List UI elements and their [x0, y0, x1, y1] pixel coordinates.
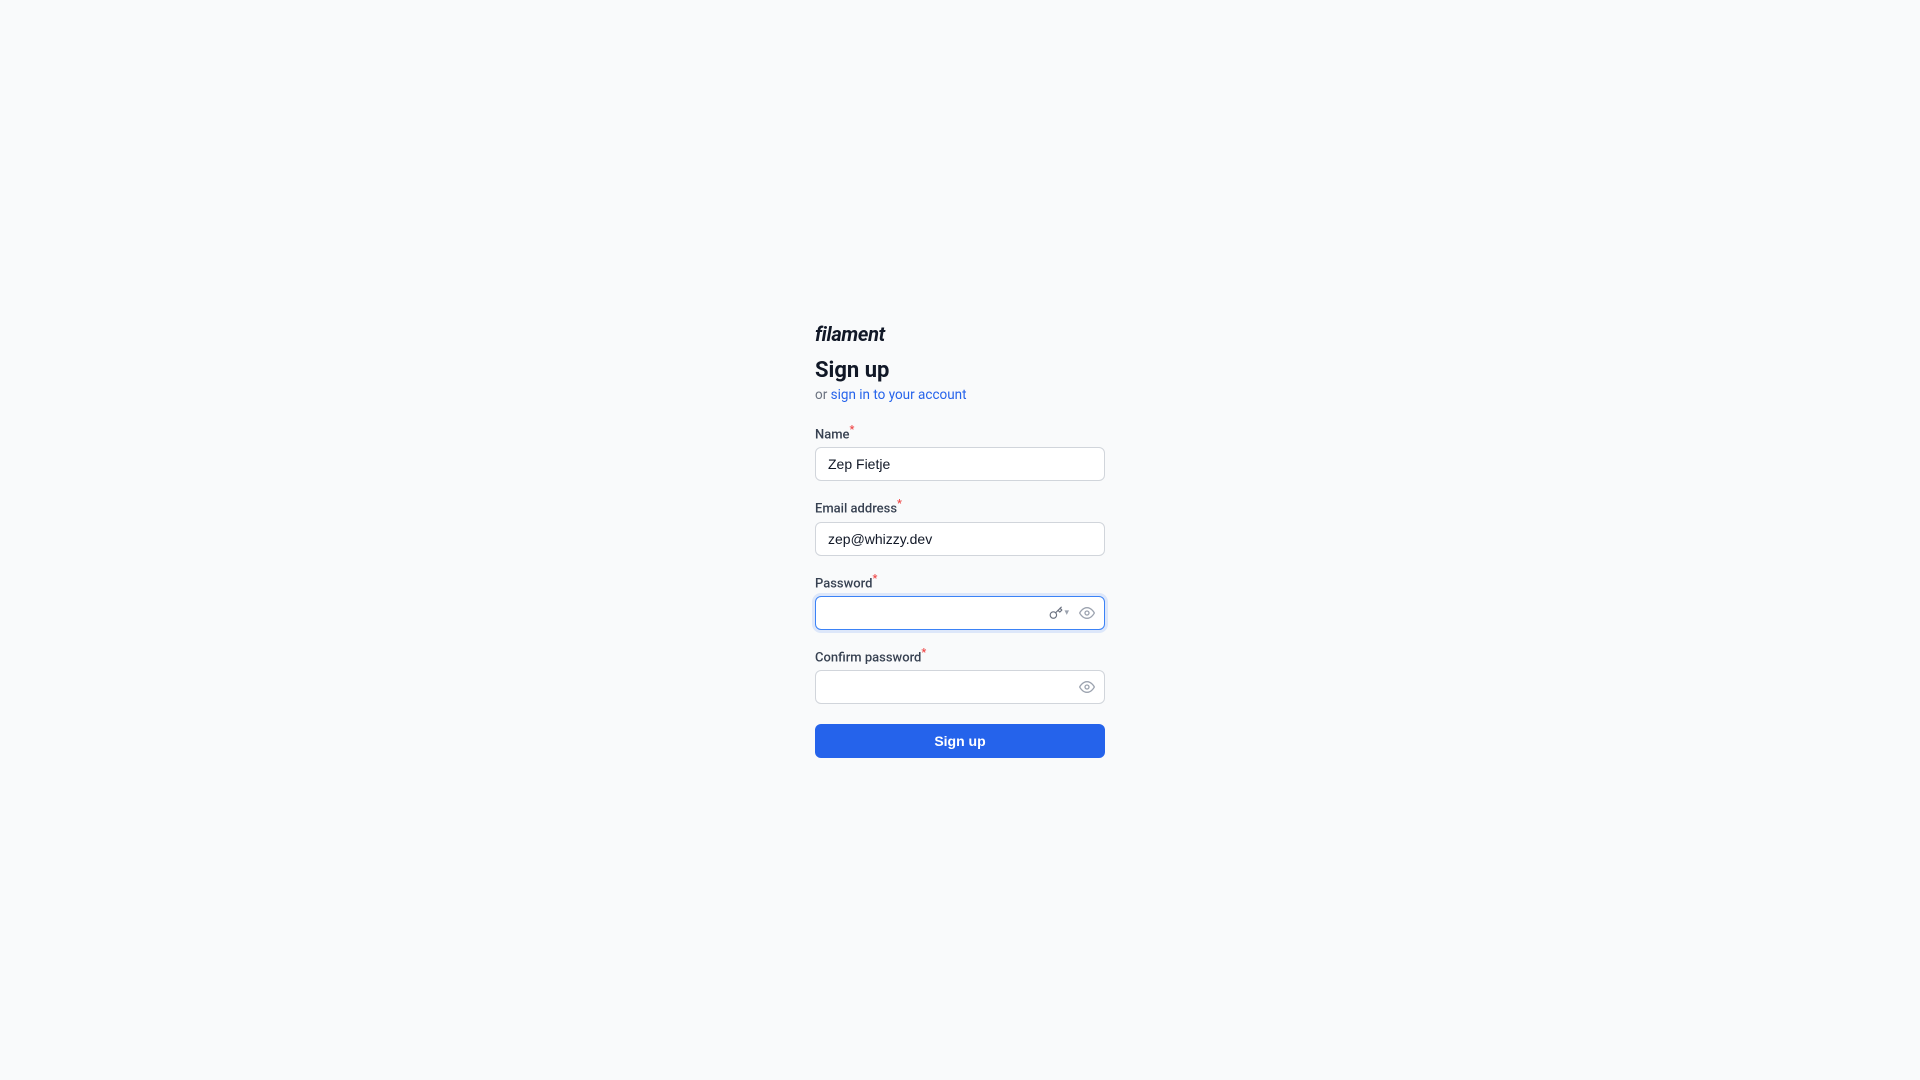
confirm-password-required-star: * [921, 646, 926, 659]
email-required-star: * [897, 497, 902, 510]
password-label: Password* [815, 572, 1105, 591]
sign-in-line: or sign in to your account [815, 387, 1105, 403]
email-label: Email address* [815, 497, 1105, 516]
email-input[interactable] [815, 522, 1105, 556]
password-generator-button[interactable]: ▾ [1045, 604, 1073, 622]
email-field-group: Email address* [815, 497, 1105, 555]
signup-form: filament Sign up or sign in to your acco… [815, 322, 1105, 758]
confirm-password-field-group: Confirm password* [815, 646, 1105, 704]
sign-in-prefix: or [815, 387, 827, 403]
email-input-wrapper [815, 522, 1105, 556]
password-required-star: * [872, 572, 877, 585]
signup-button[interactable]: Sign up [815, 724, 1105, 758]
eye-icon [1079, 679, 1095, 695]
confirm-password-input-wrapper [815, 670, 1105, 704]
chevron-down-icon: ▾ [1064, 607, 1069, 618]
name-field-group: Name* [815, 423, 1105, 481]
app-logo: filament [815, 322, 1105, 346]
eye-icon [1079, 605, 1095, 621]
key-icon [1049, 606, 1063, 620]
confirm-password-label: Confirm password* [815, 646, 1105, 665]
password-toggle-visibility-button[interactable] [1077, 603, 1097, 623]
password-input-wrapper: ▾ [815, 596, 1105, 630]
name-input-wrapper [815, 447, 1105, 481]
name-required-star: * [850, 423, 855, 436]
name-input[interactable] [815, 447, 1105, 481]
page-title: Sign up [815, 358, 1105, 383]
password-field-group: Password* ▾ [815, 572, 1105, 630]
confirm-password-toggle-visibility-button[interactable] [1077, 677, 1097, 697]
name-label: Name* [815, 423, 1105, 442]
confirm-password-input[interactable] [815, 670, 1105, 704]
password-icons: ▾ [1045, 603, 1097, 623]
sign-in-link[interactable]: sign in to your account [831, 387, 967, 403]
